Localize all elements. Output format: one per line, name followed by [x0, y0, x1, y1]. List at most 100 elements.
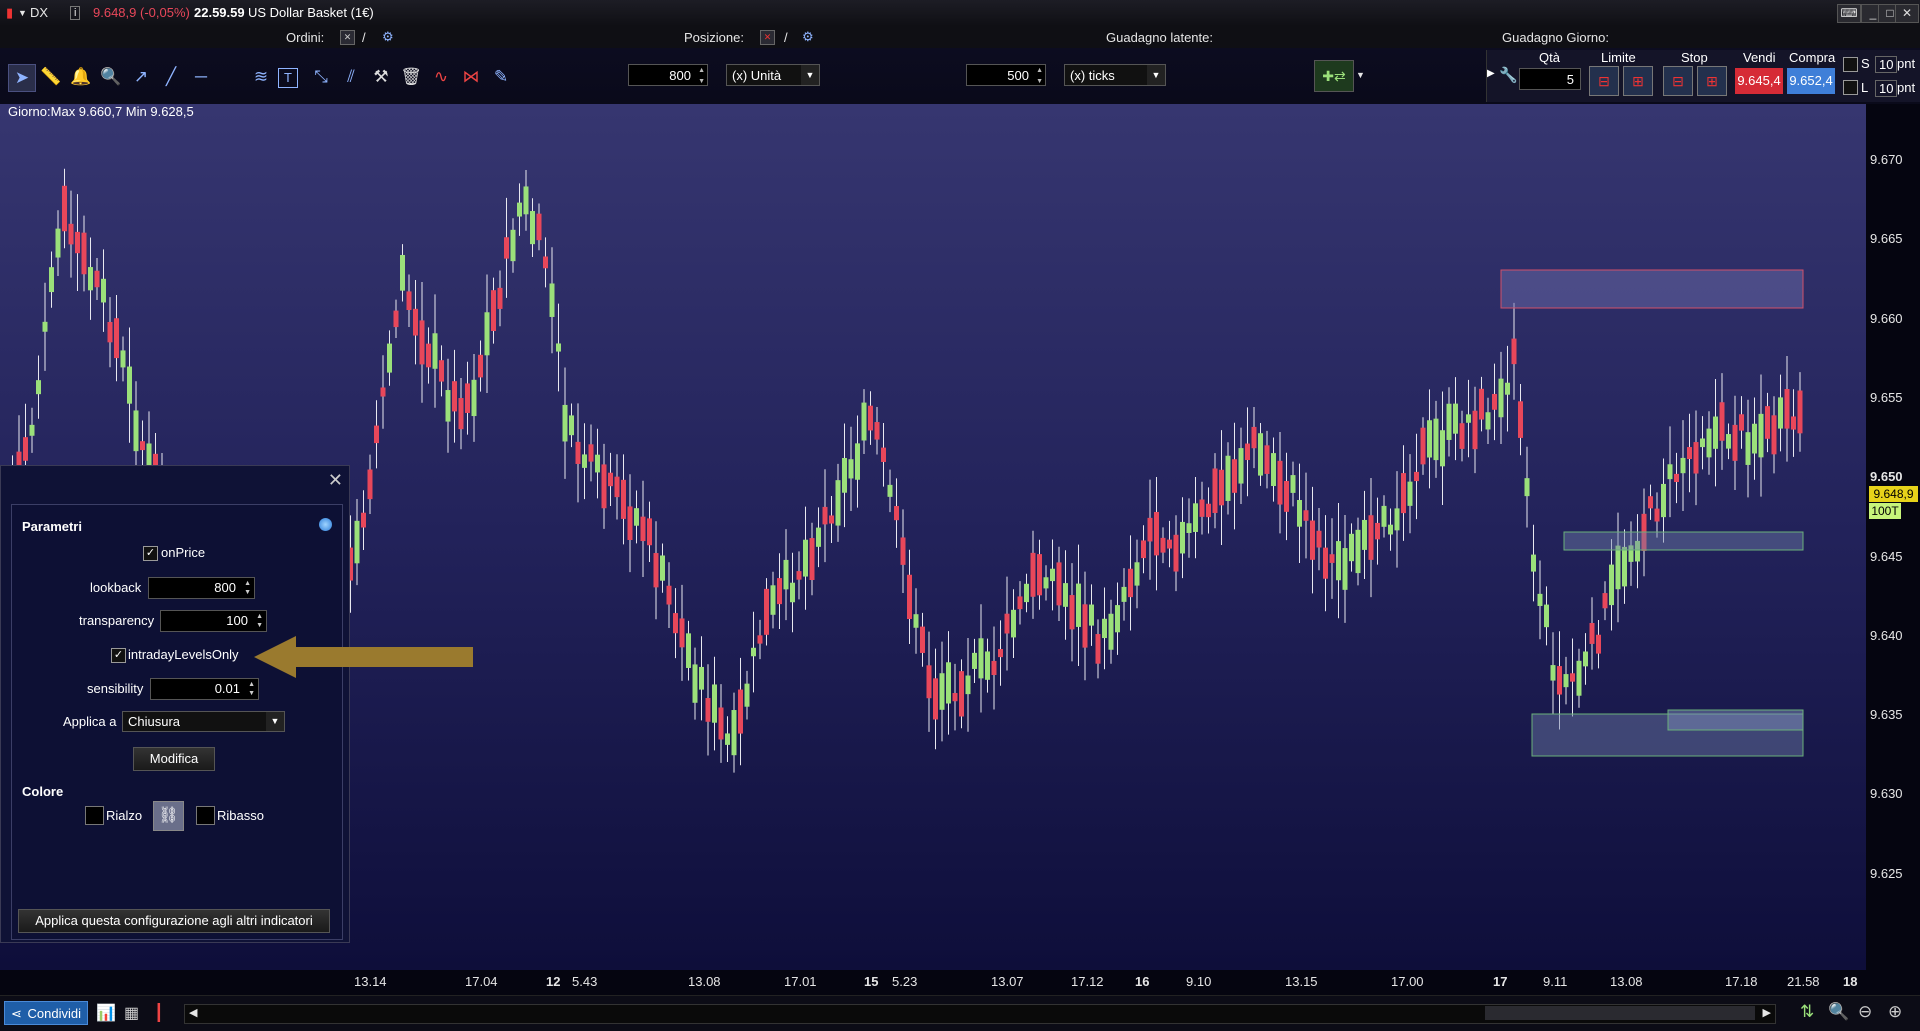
zoom-in-icon[interactable]: ⊕ [1888, 1002, 1902, 1022]
scrollbar-thumb[interactable] [1485, 1006, 1755, 1020]
zoom-out-icon[interactable]: ⊖ [1858, 1002, 1872, 1022]
candle [62, 168, 67, 249]
text-icon[interactable]: T [278, 68, 298, 88]
chevron-down-icon[interactable]: ▼ [266, 712, 284, 731]
limit-sell-order-button[interactable]: ⊟ [1589, 66, 1619, 96]
support-zone-upper [1563, 531, 1804, 551]
candle [1225, 442, 1231, 515]
stop-checkbox[interactable] [1843, 57, 1858, 72]
sensibility-input[interactable]: 0.01 ▲ ▼ [150, 678, 259, 700]
strategy-icon[interactable]: ✚⇄ [1314, 60, 1354, 92]
intraday-levels-checkbox[interactable]: ✓ [111, 648, 126, 663]
limit-checkbox[interactable] [1843, 80, 1858, 95]
candle [868, 391, 873, 445]
zoom-fit-icon[interactable]: 🔍 [1828, 1002, 1849, 1022]
help-icon[interactable] [319, 518, 332, 531]
transparency-input[interactable]: 100 ▲ ▼ [160, 610, 267, 632]
orders-settings-icon[interactable]: ⚙ [382, 29, 394, 45]
trendline-icon[interactable]: ↗ [128, 64, 154, 90]
chevron-down-icon[interactable]: ▼ [18, 8, 27, 18]
ticks-combo[interactable]: (x) ticks ▼ [1064, 64, 1166, 86]
wrench-icon[interactable]: 🔧 [1499, 66, 1518, 84]
qty-input[interactable]: 5 [1519, 68, 1581, 90]
candle [1732, 395, 1738, 491]
cancel-orders-icon[interactable]: ✕ [340, 30, 355, 45]
stop-sell-order-button[interactable]: ⊟ [1663, 66, 1693, 96]
expand-arrow-icon[interactable]: ▶ [1487, 68, 1495, 79]
chevron-down-icon[interactable]: ▼ [1147, 65, 1165, 85]
candle [1485, 397, 1491, 445]
rise-color-swatch[interactable] [85, 806, 104, 825]
ruler-icon[interactable]: 📏 [38, 64, 64, 90]
chevron-down-icon[interactable]: ▼ [1356, 70, 1365, 80]
scroll-right-icon[interactable]: ▶ [1763, 1006, 1771, 1019]
chevron-down-icon[interactable]: ▼ [801, 65, 819, 85]
candles-icon[interactable]: ┃ [154, 1003, 164, 1023]
onprice-checkbox[interactable]: ✓ [143, 546, 158, 561]
horizontal-scrollbar[interactable]: ◀ ▶ [184, 1004, 1776, 1024]
l-pnt-label: pnt [1897, 80, 1916, 95]
share-button[interactable]: ⋖ Condividi [4, 1001, 88, 1025]
chart-type-icon[interactable]: 📊 [96, 1003, 116, 1023]
s-value[interactable]: 10 [1875, 56, 1898, 73]
tools-icon[interactable]: ⚒ [368, 64, 394, 90]
ticks-stepper[interactable]: 500 ▲ ▼ [966, 64, 1046, 86]
trash-icon[interactable]: 🗑 [398, 64, 424, 90]
candle [55, 210, 61, 276]
time-axis-label: 12 [546, 974, 561, 989]
stepper-arrows-icon[interactable]: ▲ ▼ [248, 680, 255, 698]
scroll-left-icon[interactable]: ◀ [189, 1006, 197, 1019]
clock-time: 22.59.59 [194, 5, 245, 20]
candle [1011, 589, 1016, 658]
script-icon[interactable]: ✎ [488, 64, 514, 90]
units-combo[interactable]: (x) Unità ▼ [726, 64, 820, 86]
modify-button[interactable]: Modifica [133, 747, 215, 771]
time-axis-label: 5.23 [892, 974, 918, 989]
candle [900, 509, 906, 593]
candle [1459, 410, 1465, 462]
candle [1355, 517, 1361, 586]
candle [985, 638, 990, 693]
close-position-icon[interactable]: ✕ [760, 30, 775, 45]
stepper-arrows-icon[interactable]: ▲ ▼ [256, 612, 263, 630]
candle [1245, 407, 1250, 497]
candle [367, 454, 373, 515]
alert-bell-icon[interactable]: 🔔 [68, 64, 94, 90]
limit-buy-order-button[interactable]: ⊞ [1623, 66, 1653, 96]
buy-button[interactable]: 9.652,4 [1787, 68, 1835, 94]
symbol-label[interactable]: DX [30, 5, 48, 20]
fibonacci-icon[interactable]: ≋ [248, 64, 274, 90]
stepper-arrows-icon[interactable]: ▲ ▼ [244, 579, 251, 597]
app-logo-icon[interactable]: ▮ [6, 5, 13, 21]
l-value[interactable]: 10 [1875, 80, 1898, 97]
lookback-input[interactable]: 800 ▲ ▼ [148, 577, 255, 599]
indicator-wave-icon[interactable]: ∿ [428, 64, 454, 90]
zoom-icon[interactable]: 🔍 [98, 64, 124, 90]
stepper-arrows-icon[interactable]: ▲ ▼ [1036, 65, 1043, 87]
horizontal-line-icon[interactable]: ─ [188, 64, 214, 90]
apply-to-select[interactable]: Chiusura ▼ [122, 711, 285, 732]
close-button[interactable]: ✕ [1895, 4, 1919, 23]
stepper-arrows-icon[interactable]: ▲ ▼ [698, 65, 705, 87]
sell-button[interactable]: 9.645,4 [1735, 68, 1783, 94]
units-stepper[interactable]: 800 ▲ ▼ [628, 64, 708, 86]
candle [751, 611, 756, 693]
fit-chart-icon[interactable]: ⇅ [1800, 1002, 1814, 1022]
info-icon[interactable]: i [70, 6, 81, 20]
pattern-icon[interactable]: ⋈ [458, 64, 484, 90]
candle [1505, 345, 1510, 432]
position-settings-icon[interactable]: ⚙ [802, 29, 814, 45]
candle [1186, 498, 1192, 558]
link-colors-icon[interactable]: ⛓ [153, 801, 184, 831]
arrow-tool-icon[interactable]: ⤡ [308, 64, 334, 90]
pointer-icon[interactable]: ➤ [8, 64, 36, 92]
fall-color-swatch[interactable] [196, 806, 215, 825]
line-icon[interactable]: ╱ [158, 64, 184, 90]
close-icon[interactable]: ✕ [328, 470, 343, 491]
stop-buy-order-button[interactable]: ⊞ [1697, 66, 1727, 96]
price-axis-label: 9.655 [1870, 389, 1903, 405]
apply-to-all-indicators-button[interactable]: Applica questa configurazione agli altri… [18, 909, 330, 933]
channel-icon[interactable]: ⫽ [338, 64, 364, 90]
table-icon[interactable]: ▦ [124, 1003, 139, 1023]
keyboard-icon[interactable]: ⌨ [1837, 4, 1861, 23]
